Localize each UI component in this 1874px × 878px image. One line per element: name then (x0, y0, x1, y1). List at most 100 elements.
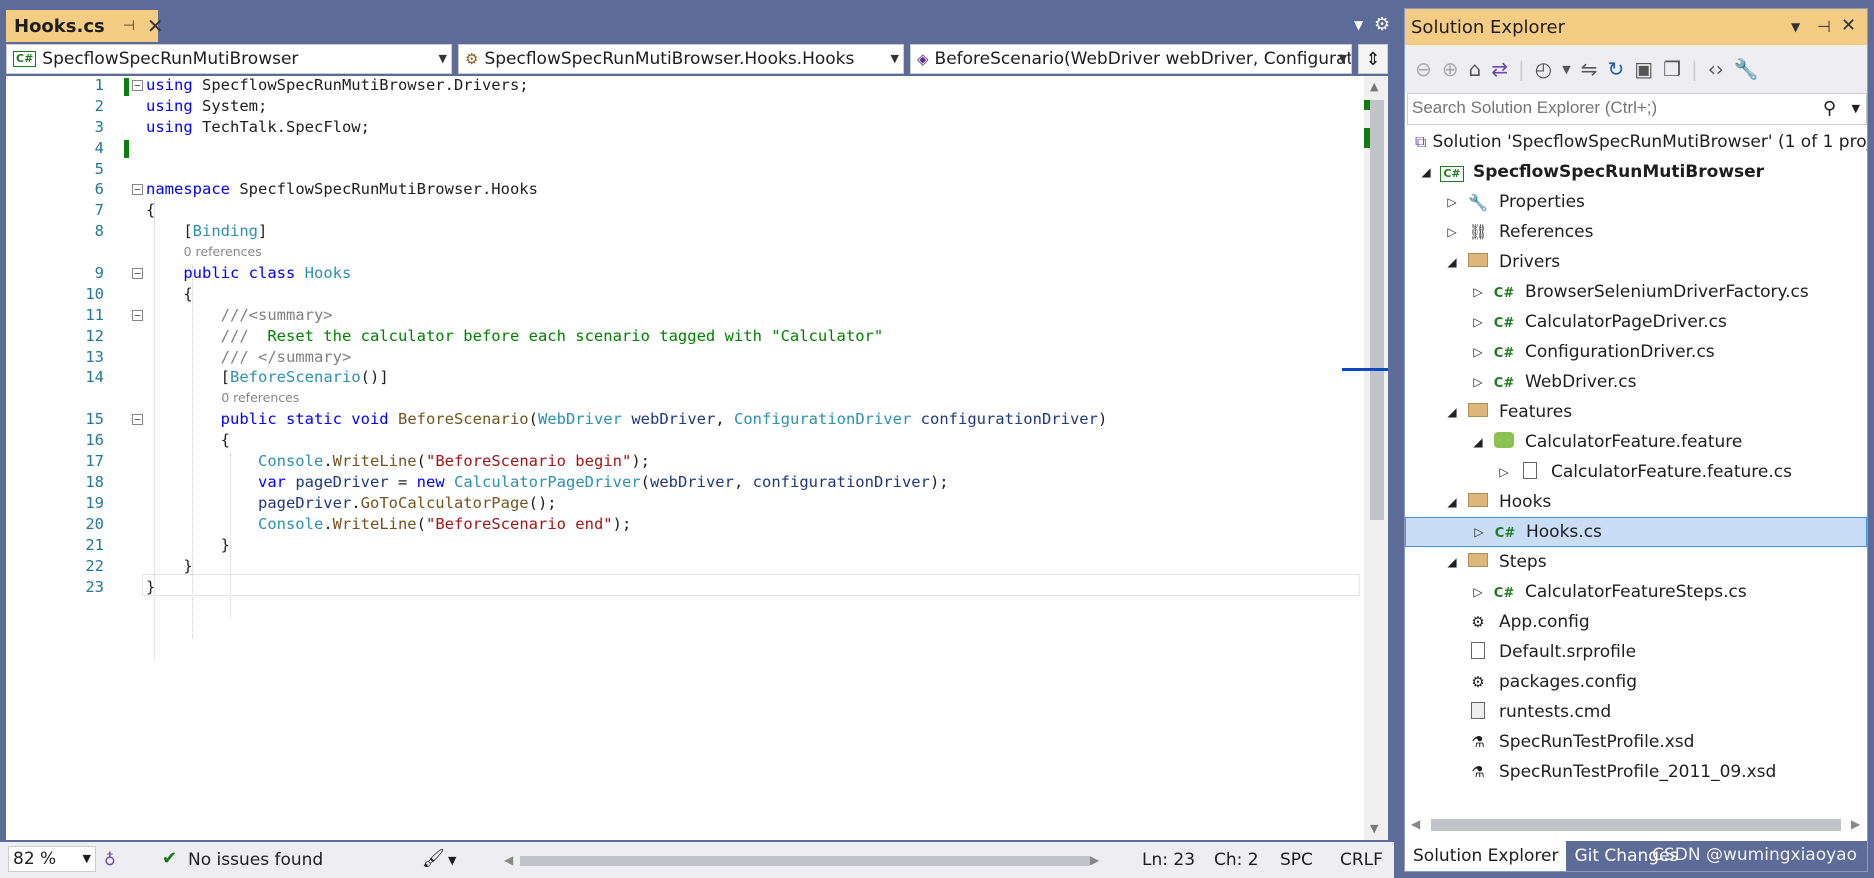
tree-item[interactable]: ▷ C# CalculatorPageDriver.cs (1405, 307, 1867, 337)
code-line[interactable]: 3 using TechTalk.SpecFlow; (6, 118, 1361, 139)
code-line[interactable]: 18 var pageDriver = new CalculatorPageDr… (6, 473, 1361, 494)
chevron-down-icon[interactable]: ▼ (1791, 20, 1800, 34)
search-icon[interactable]: ⚲ (1823, 98, 1836, 119)
pin-icon[interactable]: ⊣ (123, 18, 135, 34)
horizontal-scrollbar[interactable] (520, 856, 1090, 866)
tab-list-dropdown-icon[interactable]: ▼ (1354, 18, 1363, 32)
tab-hooks-cs[interactable]: Hooks.cs ⊣ ✕ (6, 10, 164, 42)
expand-arrow-icon[interactable]: ▷ (1467, 375, 1489, 389)
line-ending-indicator[interactable]: CRLF (1340, 850, 1383, 870)
code-line[interactable]: 7{ (6, 201, 1361, 222)
code-line[interactable]: 17 Console.WriteLine("BeforeScenario beg… (6, 452, 1361, 473)
split-window-button[interactable]: ⇕ (1358, 44, 1388, 74)
collapse-arrow-icon[interactable]: ◢ (1415, 165, 1437, 179)
scroll-right-icon[interactable]: ▶ (1090, 853, 1099, 867)
code-line[interactable]: 11 − ///<summary> (6, 306, 1361, 327)
code-line[interactable]: 20 Console.WriteLine("BeforeScenario end… (6, 515, 1361, 536)
tree-item[interactable]: ▷ C# ConfigurationDriver.cs (1405, 337, 1867, 367)
copilot-icon[interactable]: ♁ (104, 850, 116, 869)
tree-item[interactable]: ⚙ App.config (1405, 607, 1867, 637)
tree-item[interactable]: ▷ C# Hooks.cs (1405, 517, 1867, 547)
code-line[interactable]: 9 − public class Hooks (6, 264, 1361, 285)
tree-item[interactable]: ◢ CalculatorFeature.feature (1405, 427, 1867, 457)
wrench-icon[interactable]: 🔧 (1734, 57, 1759, 81)
search-input[interactable] (1408, 94, 1808, 122)
tree-item[interactable]: ◢ Steps (1405, 547, 1867, 577)
code-line[interactable]: 2 using System; (6, 97, 1361, 118)
code-line[interactable]: 5 (6, 160, 1361, 181)
code-line[interactable]: 6 − namespace SpecflowSpecRunMutiBrowser.H… (6, 180, 1361, 201)
expand-arrow-icon[interactable]: ▷ (1467, 585, 1489, 599)
expand-arrow-icon[interactable]: ▷ (1468, 525, 1490, 539)
tree-item[interactable]: ⚗ SpecRunTestProfile_2011_09.xsd (1405, 757, 1867, 787)
show-all-files-icon[interactable]: ❐ (1663, 57, 1681, 81)
code-line[interactable]: 21 } (6, 536, 1361, 557)
fold-toggle-icon[interactable]: − (132, 268, 143, 279)
member-dropdown[interactable]: ◈ BeforeScenario(WebDriver webDriver, Co… (910, 44, 1353, 74)
column-indicator[interactable]: Ch: 2 (1214, 850, 1259, 870)
expand-arrow-icon[interactable]: ▷ (1441, 225, 1463, 239)
solution-search-box[interactable]: ⚲ ▼ (1407, 93, 1867, 125)
code-line[interactable]: 8 [Binding] (6, 222, 1361, 243)
view-code-icon[interactable]: ‹› (1708, 57, 1724, 81)
zoom-dropdown[interactable]: 82 % ▼ (8, 846, 96, 872)
scroll-down-icon[interactable]: ▼ (1370, 822, 1378, 835)
collapse-arrow-icon[interactable]: ◢ (1441, 555, 1463, 569)
fold-toggle-icon[interactable]: − (132, 80, 143, 91)
tree-item[interactable]: runtests.cmd (1405, 697, 1867, 727)
collapse-arrow-icon[interactable]: ◢ (1441, 405, 1463, 419)
tree-horizontal-scrollbar[interactable] (1431, 819, 1841, 831)
code-line[interactable]: 13 /// </summary> (6, 348, 1361, 369)
collapse-all-icon[interactable]: ▣ (1634, 57, 1653, 81)
codelens-references[interactable]: 0 references (184, 244, 262, 259)
tree-item[interactable]: ◢ Features (1405, 397, 1867, 427)
collapse-arrow-icon[interactable]: ◢ (1467, 435, 1489, 449)
expand-arrow-icon[interactable]: ▷ (1467, 285, 1489, 299)
tree-item[interactable]: ◢ Hooks (1405, 487, 1867, 517)
vertical-scrollbar[interactable]: ▲ ▼ (1342, 76, 1388, 840)
code-line[interactable]: 16 { (6, 431, 1361, 452)
close-icon[interactable]: ✕ (1841, 15, 1856, 36)
tree-item[interactable]: ◢ C# SpecflowSpecRunMutiBrowser (1405, 157, 1867, 187)
code-cleanup-icon[interactable]: 🖌 (422, 848, 445, 869)
tree-item[interactable]: ⚗ SpecRunTestProfile.xsd (1405, 727, 1867, 757)
chevron-down-icon[interactable]: ▼ (1852, 102, 1860, 115)
tab-solution-explorer[interactable]: Solution Explorer (1405, 841, 1567, 871)
code-line[interactable]: 14 [BeforeScenario()] (6, 368, 1361, 389)
tree-item[interactable]: ◢ Drivers (1405, 247, 1867, 277)
tree-item[interactable]: ▷ ⛓ References (1405, 217, 1867, 247)
fold-toggle-icon[interactable]: − (132, 414, 143, 425)
refresh-icon[interactable]: ↻ (1607, 57, 1624, 81)
code-line[interactable]: 4 (6, 139, 1361, 160)
scrollbar-thumb[interactable] (1370, 100, 1384, 520)
scroll-up-icon[interactable]: ▲ (1370, 80, 1378, 93)
gear-icon[interactable]: ⚙ (1374, 14, 1390, 35)
codelens-references[interactable]: 0 references (221, 390, 299, 405)
collapse-arrow-icon[interactable]: ◢ (1441, 495, 1463, 509)
tree-item[interactable]: ▷ 🔧 Properties (1405, 187, 1867, 217)
scroll-right-icon[interactable]: ▶ (1851, 817, 1860, 831)
fold-toggle-icon[interactable]: − (132, 310, 143, 321)
project-dropdown[interactable]: C# SpecflowSpecRunMutiBrowser ▼ (6, 44, 452, 74)
type-dropdown[interactable]: ⚙ SpecflowSpecRunMutiBrowser.Hooks.Hooks… (458, 44, 904, 74)
switch-views-icon[interactable]: ⇄ (1491, 57, 1508, 81)
tree-item[interactable]: ▷ CalculatorFeature.feature.cs (1405, 457, 1867, 487)
expand-arrow-icon[interactable]: ▷ (1441, 195, 1463, 209)
expand-arrow-icon[interactable]: ▷ (1467, 345, 1489, 359)
home-icon[interactable]: ⌂ (1469, 57, 1482, 81)
forward-icon[interactable]: ⊕ (1442, 57, 1459, 81)
collapse-arrow-icon[interactable]: ◢ (1441, 255, 1463, 269)
code-line[interactable]: 1 − using SpecflowSpecRunMutiBrowser.Drive… (6, 76, 1361, 97)
tree-item[interactable]: ▷ C# WebDriver.cs (1405, 367, 1867, 397)
code-line[interactable]: 10 { (6, 285, 1361, 306)
chevron-down-icon[interactable]: ▼ (1562, 63, 1570, 76)
whitespace-indicator[interactable]: SPC (1280, 850, 1313, 870)
code-line[interactable]: 19 pageDriver.GoToCalculatorPage(); (6, 494, 1361, 515)
tree-item[interactable]: ⚙ packages.config (1405, 667, 1867, 697)
fold-toggle-icon[interactable]: − (132, 184, 143, 195)
tree-item[interactable]: ⧉ Solution 'SpecflowSpecRunMutiBrowser' (… (1405, 127, 1867, 157)
chevron-down-icon[interactable]: ▼ (448, 854, 456, 867)
tree-item[interactable]: Default.srprofile (1405, 637, 1867, 667)
close-icon[interactable]: ✕ (147, 14, 164, 38)
line-indicator[interactable]: Ln: 23 (1142, 850, 1195, 870)
